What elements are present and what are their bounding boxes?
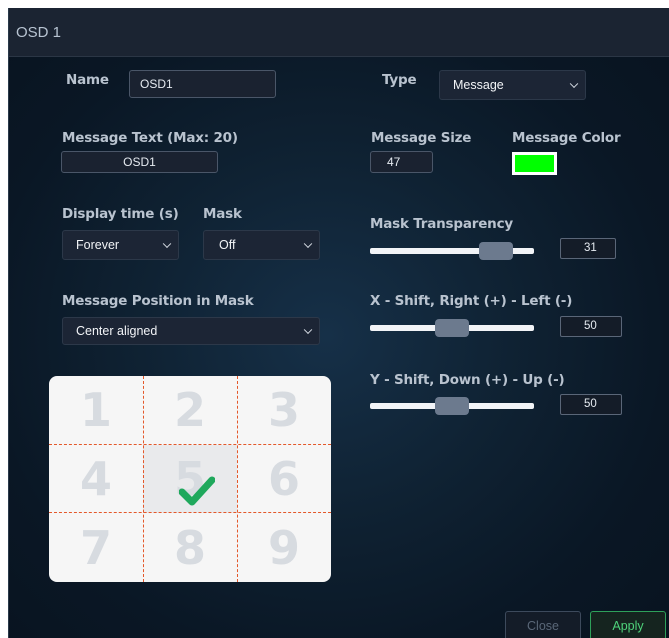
checkmark-icon: [179, 476, 215, 506]
mask-select[interactable]: Off: [203, 230, 320, 260]
position-grid: 1 2 3 4 5 6 7 8 9: [49, 376, 331, 582]
type-select-value: Message: [453, 78, 504, 92]
message-position-value: Center aligned: [76, 324, 158, 338]
close-button[interactable]: Close: [505, 611, 581, 638]
chevron-down-icon: [162, 239, 172, 249]
mask-transparency-value[interactable]: 31: [560, 238, 616, 259]
title-bar: OSD 1: [9, 8, 669, 57]
mask-value: Off: [219, 238, 236, 252]
mask-transparency-slider-thumb[interactable]: [479, 242, 514, 260]
grid-divider: [143, 376, 144, 582]
display-time-value: Forever: [76, 238, 120, 252]
position-cell-1[interactable]: 1: [49, 376, 143, 444]
message-color-swatch[interactable]: [512, 152, 557, 175]
message-text-input[interactable]: OSD1: [61, 151, 218, 173]
message-text-label: Message Text (Max: 20): [62, 130, 238, 146]
display-time-select[interactable]: Forever: [62, 230, 179, 260]
message-color-label: Message Color: [512, 130, 621, 146]
dialog-title: OSD 1: [16, 24, 62, 41]
message-size-input[interactable]: 47: [370, 151, 433, 173]
apply-button[interactable]: Apply: [590, 611, 666, 638]
name-input[interactable]: OSD1: [129, 70, 276, 98]
chevron-down-icon: [569, 79, 579, 89]
type-label: Type: [382, 72, 417, 88]
message-size-label: Message Size: [371, 130, 472, 146]
grid-divider: [49, 444, 331, 445]
position-cell-9[interactable]: 9: [237, 514, 331, 582]
mask-label: Mask: [203, 206, 242, 222]
display-time-label: Display time (s): [62, 206, 179, 222]
position-cell-2[interactable]: 2: [143, 376, 237, 444]
position-cell-3[interactable]: 3: [237, 376, 331, 444]
position-cell-6[interactable]: 6: [237, 445, 331, 513]
type-select[interactable]: Message: [439, 70, 586, 100]
message-position-select[interactable]: Center aligned: [62, 317, 320, 345]
position-cell-4[interactable]: 4: [49, 445, 143, 513]
osd-dialog: OSD 1 Name OSD1 Type Message Message Tex…: [8, 8, 669, 638]
x-shift-slider-thumb[interactable]: [435, 319, 469, 337]
grid-divider: [237, 376, 238, 582]
message-position-label: Message Position in Mask: [62, 293, 254, 309]
grid-divider: [49, 512, 331, 513]
position-cell-7[interactable]: 7: [49, 514, 143, 582]
x-shift-value[interactable]: 50: [560, 316, 622, 337]
name-label: Name: [66, 72, 109, 88]
x-shift-label: X - Shift, Right (+) - Left (-): [370, 293, 573, 309]
position-cell-8[interactable]: 8: [143, 514, 237, 582]
chevron-down-icon: [303, 325, 313, 335]
y-shift-label: Y - Shift, Down (+) - Up (-): [370, 372, 565, 388]
mask-transparency-label: Mask Transparency: [370, 216, 513, 232]
chevron-down-icon: [303, 239, 313, 249]
y-shift-slider-thumb[interactable]: [435, 397, 469, 415]
y-shift-value[interactable]: 50: [560, 394, 622, 415]
